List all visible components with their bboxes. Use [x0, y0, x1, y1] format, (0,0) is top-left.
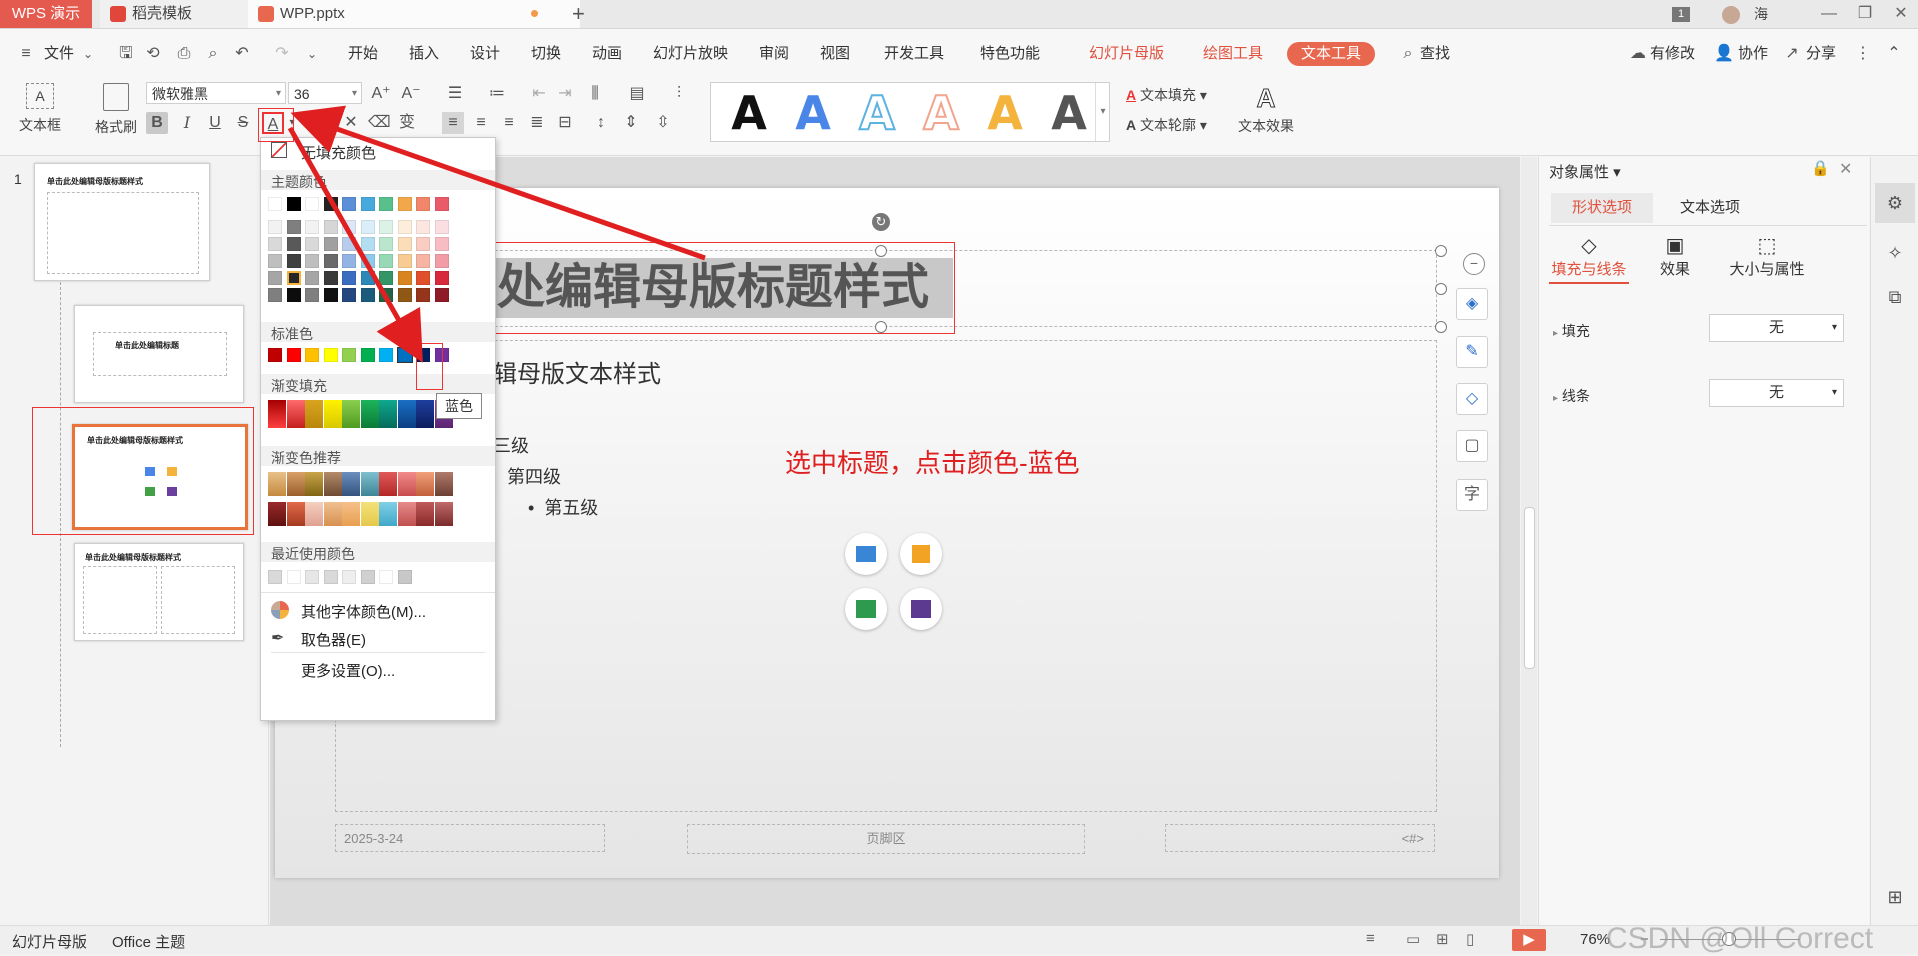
arrow-fontcolor-to-blue — [287, 126, 423, 363]
arrow-title-to-fontcolor — [290, 105, 706, 261]
annotation-arrows — [287, 105, 706, 363]
